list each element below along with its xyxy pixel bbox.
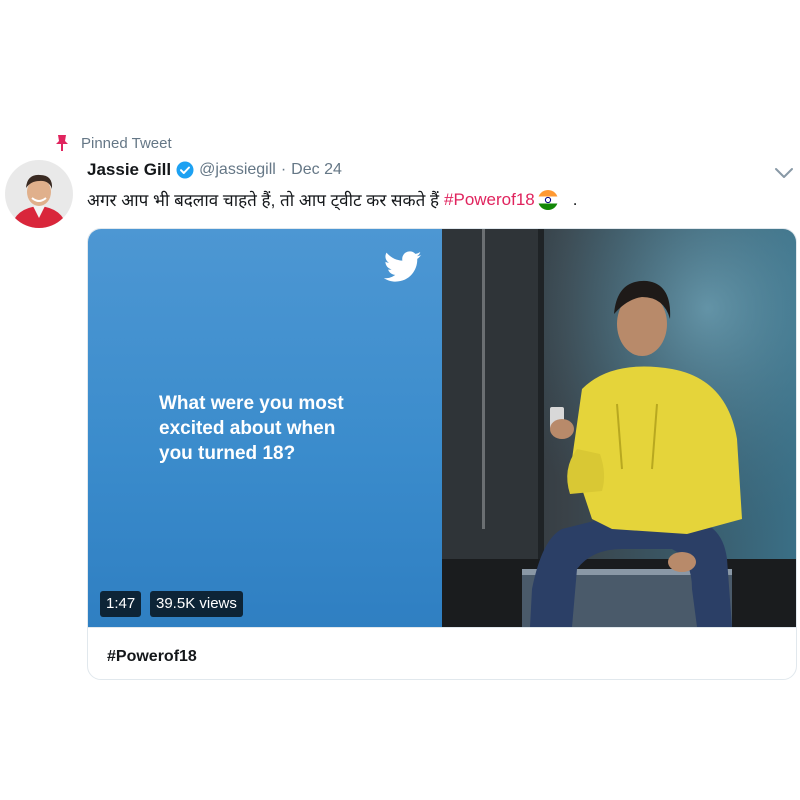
video-duration-badge: 1:47	[100, 591, 142, 617]
tweet-body: अगर आप भी बदलाव चाहते हैं, तो आप ट्वीट क…	[87, 191, 440, 210]
video-views-badge: 39.5K views	[150, 591, 243, 617]
pinned-tweet-label: Pinned Tweet	[81, 134, 172, 152]
twitter-bird-icon	[384, 251, 422, 282]
video-frame	[442, 229, 796, 627]
pinned-tweet-indicator: Pinned Tweet	[55, 134, 172, 152]
verified-badge-icon	[176, 161, 194, 179]
tweet-date[interactable]: Dec 24	[291, 161, 342, 179]
chevron-down-icon[interactable]	[773, 165, 795, 181]
video-player[interactable]: What were you most excited about when yo…	[88, 229, 796, 627]
video-overlay-question: What were you most excited about when yo…	[159, 393, 344, 464]
pin-icon	[56, 135, 68, 151]
avatar[interactable]	[5, 160, 73, 228]
author-name[interactable]: Jassie Gill	[87, 160, 171, 180]
tweet-header: Jassie Gill @jassiegill · Dec 24	[87, 160, 342, 180]
trailing-period: .	[572, 189, 578, 209]
separator-dot: ·	[280, 161, 287, 178]
author-handle[interactable]: @jassiegill	[199, 161, 276, 179]
video-title-panel: What were you most excited about when yo…	[88, 229, 442, 627]
tweet-text: अगर आप भी बदलाव चाहते हैं, तो आप ट्वीट क…	[87, 188, 578, 211]
hashtag-link[interactable]: #Powerof18	[444, 190, 535, 210]
card-title[interactable]: #Powerof18	[107, 648, 197, 666]
media-card[interactable]: What were you most excited about when yo…	[87, 228, 797, 680]
card-footer[interactable]: #Powerof18	[88, 627, 796, 679]
india-flag-emoji	[537, 189, 558, 210]
